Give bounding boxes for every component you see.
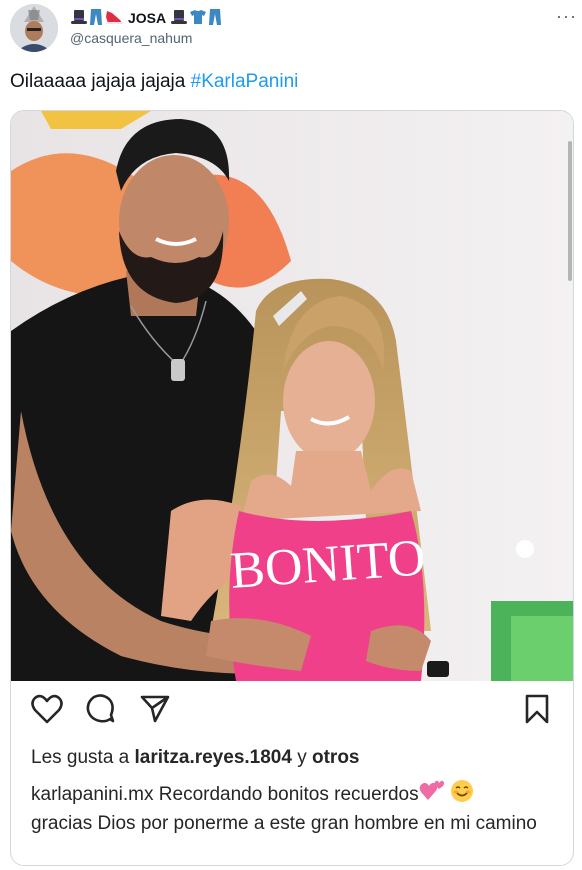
post-actions-bar xyxy=(11,691,573,731)
caption-line-2: gracias Dios por ponerme a este gran hom… xyxy=(31,813,537,834)
tweet-header: JOSA @casquera_nahum ··· xyxy=(0,0,582,62)
comment-icon[interactable] xyxy=(83,691,119,727)
top-hat-icon xyxy=(170,9,188,28)
scroll-indicator xyxy=(568,141,572,281)
author-display-name: JOSA xyxy=(128,10,167,26)
hearts-emoji-icon xyxy=(419,780,445,810)
sneaker-icon xyxy=(104,9,124,28)
hashtag-link[interactable]: #KarlaPanini xyxy=(191,71,299,92)
author-handle[interactable]: @casquera_nahum xyxy=(70,30,192,46)
heart-icon[interactable] xyxy=(29,691,65,727)
likes-prefix: Les gusta a xyxy=(31,747,135,768)
likes-mid: y xyxy=(291,747,312,768)
post-photo[interactable]: BONITO xyxy=(11,111,573,681)
bookmark-icon[interactable] xyxy=(519,691,555,727)
jeans-icon xyxy=(208,8,222,29)
top-hat-icon xyxy=(70,9,88,28)
more-options-icon[interactable]: ··· xyxy=(556,6,577,27)
tweet-body: Oilaaaaa jajaja jajaja xyxy=(10,71,191,92)
caption-username[interactable]: karlapanini.mx xyxy=(31,784,154,805)
embedded-image-card[interactable]: BONITO Les gusta a laritza.reyes.1804 y … xyxy=(10,110,574,866)
avatar[interactable] xyxy=(10,4,58,52)
tshirt-icon xyxy=(189,9,207,28)
likes-others-link[interactable]: otros xyxy=(312,747,360,768)
likes-line: Les gusta a laritza.reyes.1804 y otros xyxy=(31,747,360,769)
tweet-text: Oilaaaaa jajaja jajaja #KarlaPanini xyxy=(10,71,298,93)
share-icon[interactable] xyxy=(137,691,173,727)
post-caption: karlapanini.mx Recordando bonitos recuer… xyxy=(31,779,561,837)
caption-line-1: Recordando bonitos recuerdos xyxy=(153,784,419,806)
author-name-row[interactable]: JOSA xyxy=(70,8,222,28)
likes-user-link[interactable]: laritza.reyes.1804 xyxy=(135,747,292,768)
jeans-icon xyxy=(89,8,103,29)
smiling-face-emoji-icon xyxy=(450,779,474,811)
